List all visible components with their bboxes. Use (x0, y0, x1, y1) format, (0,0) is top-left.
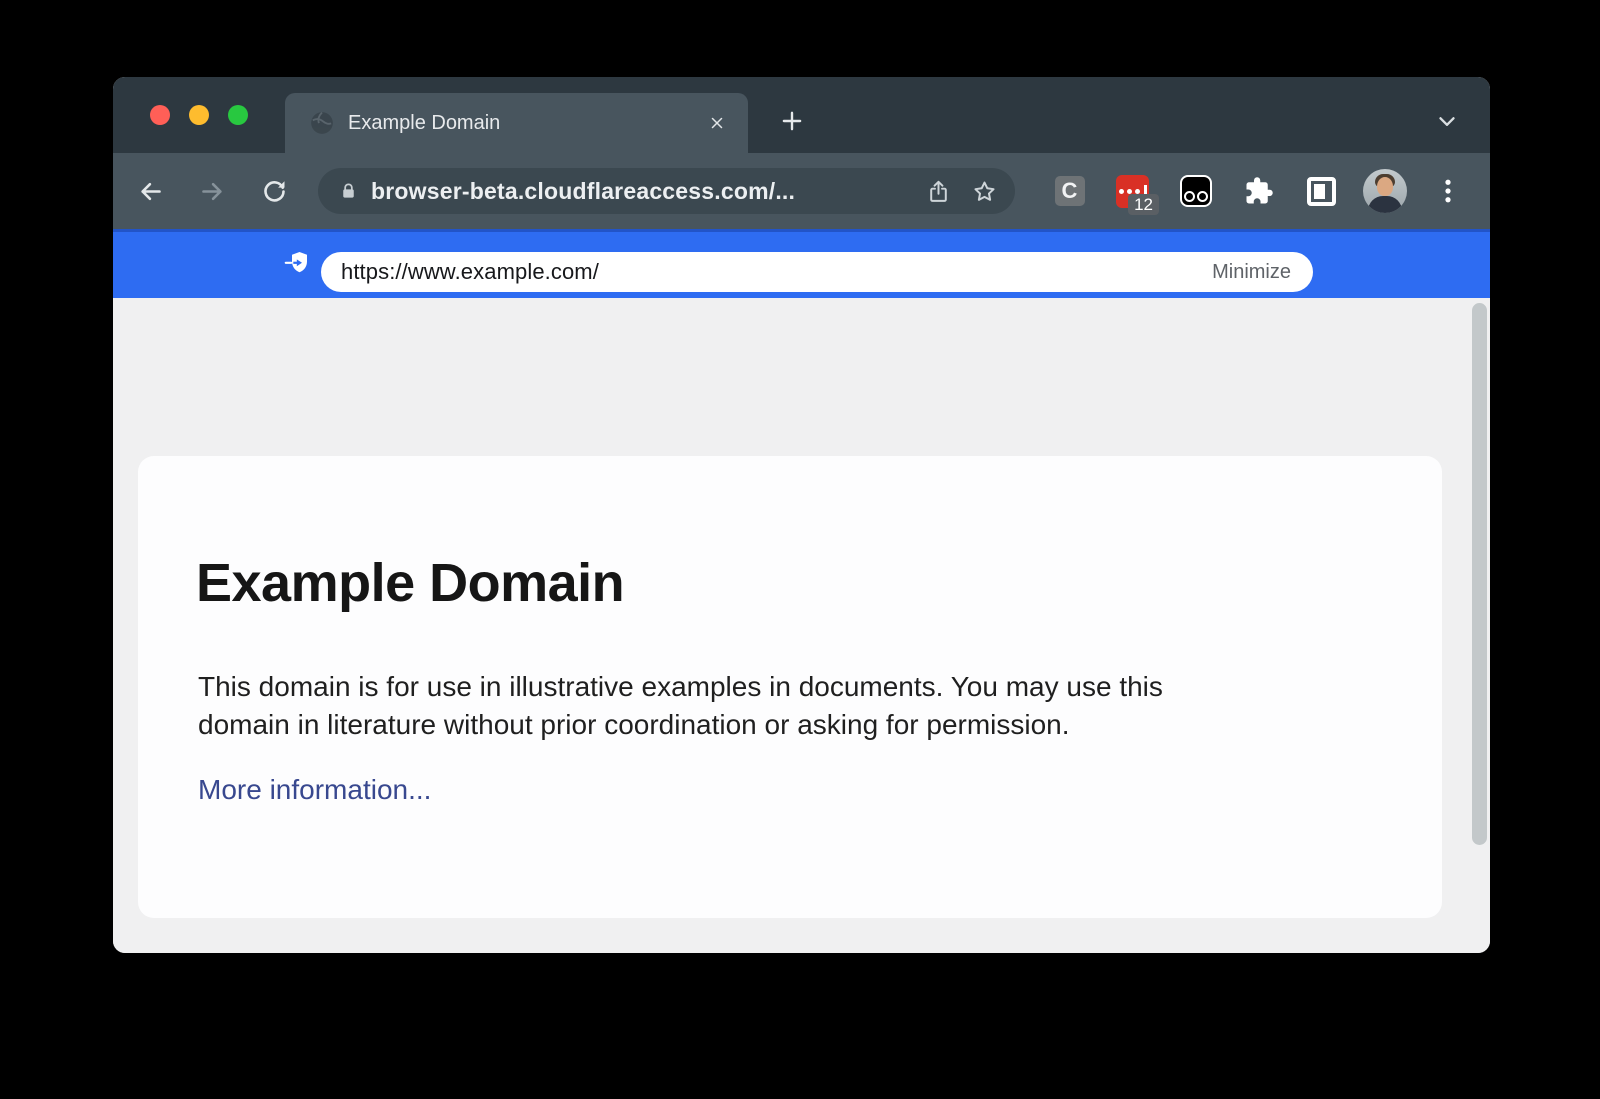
browser-window: Example Domain browser-beta.clo (113, 77, 1490, 953)
zoom-window-button[interactable] (228, 105, 248, 125)
reload-button[interactable] (257, 174, 291, 208)
scrollbar-thumb[interactable] (1472, 303, 1487, 845)
close-tab-icon[interactable] (704, 110, 730, 136)
forward-button[interactable] (195, 174, 229, 208)
extensions-menu-button[interactable] (1227, 153, 1290, 229)
side-panel-icon (1307, 177, 1336, 206)
extension-goggles-button[interactable] (1164, 153, 1227, 229)
address-bar-url: browser-beta.cloudflareaccess.com/... (371, 178, 923, 205)
isolation-url-bar[interactable]: https://www.example.com/ Minimize (321, 252, 1313, 292)
close-window-button[interactable] (150, 105, 170, 125)
minimize-banner-button[interactable]: Minimize (1212, 261, 1291, 284)
kebab-menu-icon (1433, 176, 1463, 206)
goggles-extension-icon (1180, 175, 1212, 207)
isolation-banner: https://www.example.com/ Minimize (113, 229, 1490, 298)
arrow-left-icon (137, 178, 164, 205)
side-panel-button[interactable] (1290, 153, 1353, 229)
c-extension-icon: C (1055, 176, 1085, 206)
extension-row: C 12 (1038, 153, 1479, 229)
tab-strip: Example Domain (113, 77, 1490, 153)
paragraph-line: domain in literature without prior coord… (198, 706, 1163, 744)
profile-button[interactable] (1353, 153, 1416, 229)
new-tab-button[interactable] (775, 104, 809, 138)
plus-icon (779, 108, 805, 134)
extension-password-button[interactable]: 12 (1101, 153, 1164, 229)
lock-icon (338, 181, 359, 202)
extension-badge: 12 (1128, 194, 1159, 215)
share-icon (926, 179, 951, 204)
tab-example-domain[interactable]: Example Domain (285, 93, 748, 153)
bookmark-button[interactable] (969, 176, 999, 206)
avatar (1363, 169, 1407, 213)
address-bar[interactable]: browser-beta.cloudflareaccess.com/... (318, 168, 1015, 214)
isolation-url-text: https://www.example.com/ (341, 259, 1212, 285)
arrow-right-icon (199, 178, 226, 205)
minimize-window-button[interactable] (189, 105, 209, 125)
content-card: Example Domain This domain is for use in… (138, 456, 1442, 918)
browser-toolbar: browser-beta.cloudflareaccess.com/... C … (113, 153, 1490, 229)
paragraph-line: This domain is for use in illustrative e… (198, 668, 1163, 706)
red-dots-extension-icon: 12 (1116, 175, 1149, 208)
page-paragraph: This domain is for use in illustrative e… (198, 668, 1163, 744)
back-button[interactable] (133, 174, 167, 208)
page-viewport: Example Domain This domain is for use in… (113, 298, 1490, 953)
shield-arrow-icon (284, 250, 311, 277)
puzzle-icon (1244, 176, 1274, 206)
extension-c-button[interactable]: C (1038, 153, 1101, 229)
page-title: Example Domain (196, 552, 624, 614)
share-button[interactable] (923, 176, 953, 206)
more-information-link[interactable]: More information... (198, 774, 431, 806)
globe-icon (309, 110, 335, 136)
tab-title: Example Domain (348, 112, 704, 135)
window-controls (150, 105, 248, 125)
tab-search-button[interactable] (1431, 105, 1463, 137)
chevron-down-icon (1434, 108, 1460, 134)
reload-icon (261, 178, 288, 205)
browser-menu-button[interactable] (1416, 153, 1479, 229)
star-icon (972, 179, 997, 204)
